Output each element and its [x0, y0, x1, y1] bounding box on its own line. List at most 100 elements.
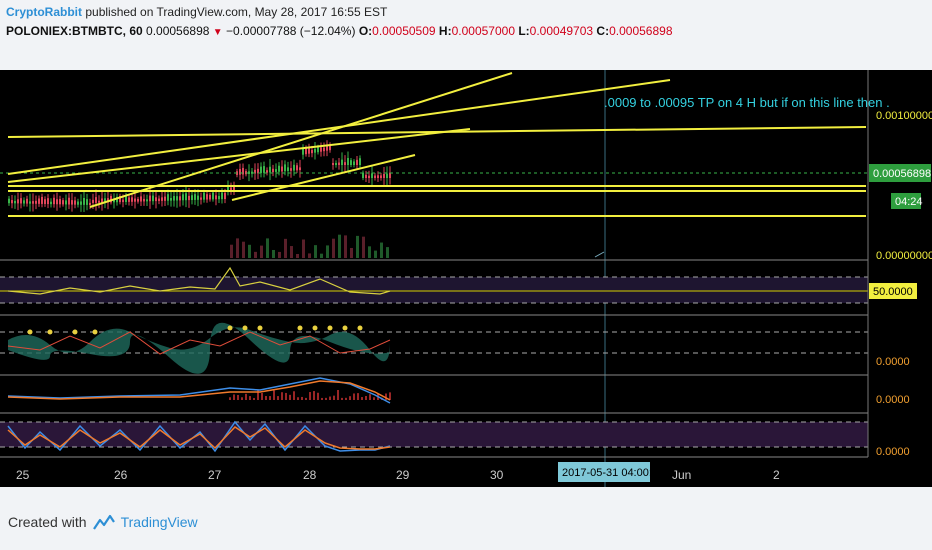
candle-body: [185, 193, 187, 201]
candle-body: [47, 198, 49, 205]
symbol-label: POLONIEX:BTMBTC, 60: [6, 24, 143, 38]
date-label: 2: [773, 468, 780, 482]
cursor-date: 2017-05-31 04:00:00: [562, 467, 664, 479]
candle-body: [191, 195, 193, 201]
open-value: 0.00050509: [372, 24, 436, 38]
osc1-dot: [92, 329, 98, 335]
stoch-value: 0.0000: [876, 446, 910, 458]
candle-body: [311, 149, 313, 154]
volume-bar: [254, 251, 257, 258]
tradingview-logo-icon[interactable]: [92, 514, 115, 530]
candle-body: [167, 194, 169, 201]
author-link[interactable]: CryptoRabbit: [6, 5, 82, 19]
candle-body: [218, 196, 220, 200]
candle-body: [17, 199, 19, 204]
candle-body: [293, 164, 295, 171]
candle-body: [233, 186, 235, 190]
candle-body: [221, 192, 223, 200]
candle-body: [50, 201, 52, 205]
candle-body: [35, 200, 37, 204]
volume-bar: [278, 251, 281, 258]
volume-bar: [362, 236, 365, 258]
candle-body: [77, 201, 79, 205]
low-label: L:: [518, 24, 530, 38]
candle-body: [161, 197, 163, 201]
candle-body: [272, 168, 274, 173]
close-label: C:: [596, 24, 610, 38]
high-value: 0.00057000: [451, 24, 515, 38]
volume-bar: [302, 239, 305, 258]
volume-bar: [236, 238, 239, 258]
candle-body: [350, 160, 352, 165]
candle-body: [281, 166, 283, 172]
volume-bar: [242, 241, 245, 258]
osc1-dot: [27, 329, 33, 335]
candle-body: [152, 195, 154, 202]
candle-body: [224, 192, 226, 200]
created-with-text: Created with: [8, 514, 87, 530]
volume-bar: [344, 235, 347, 258]
price-label-top: 0.00100000: [876, 110, 932, 122]
candle-body: [206, 194, 208, 200]
symbol-info-bar: POLONIEX:BTMBTC, 60 0.00056898 ▼ −0.0000…: [6, 24, 673, 38]
candle-body: [188, 195, 190, 201]
volume-bar: [320, 253, 323, 258]
candle-body: [239, 168, 241, 175]
price-change: −0.00007788 (−12.04%): [226, 24, 356, 38]
candle-body: [317, 147, 319, 153]
candle-body: [41, 196, 43, 204]
candle-body: [23, 200, 25, 204]
published-text: published on TradingView.com, May 28, 20…: [85, 5, 388, 19]
volume-bar: [380, 242, 383, 258]
volume-bar: [272, 249, 275, 258]
candle-body: [89, 202, 91, 205]
volume-bar: [326, 245, 329, 258]
candle-body: [323, 147, 325, 152]
volume-bar: [374, 250, 377, 258]
date-label: 29: [396, 468, 410, 482]
candle-body: [62, 200, 64, 205]
open-label: O:: [358, 24, 373, 38]
candle-body: [179, 196, 181, 201]
candle-body: [347, 158, 349, 165]
candle-body: [200, 197, 202, 200]
candle-body: [386, 173, 388, 178]
candle-body: [44, 199, 46, 204]
candle-body: [320, 147, 322, 152]
candle-body: [344, 162, 346, 165]
date-label: 27: [208, 468, 222, 482]
stochastic-pane[interactable]: [0, 420, 868, 453]
volume-bar: [332, 238, 335, 258]
chart-area[interactable]: .0009 to .00095 TP on 4 H but if on this…: [0, 70, 932, 487]
candle-body: [182, 194, 184, 201]
candle-body: [128, 197, 130, 202]
candle-body: [359, 158, 361, 165]
candle-body: [98, 200, 100, 203]
rsi-value: 50.0000: [873, 286, 913, 298]
candle-body: [368, 175, 370, 178]
candle-body: [20, 198, 22, 204]
candle-body: [53, 197, 55, 205]
volume-bar: [230, 244, 233, 258]
volume-bar: [308, 253, 311, 258]
volume-bar: [356, 235, 359, 258]
candle-body: [278, 165, 280, 172]
candle-body: [383, 173, 385, 178]
candle-body: [68, 197, 70, 205]
osc1-dot: [357, 325, 363, 331]
volume-bar: [248, 244, 251, 258]
down-arrow-icon: ▼: [212, 27, 223, 38]
candle-body: [332, 162, 334, 165]
candle-body: [14, 200, 16, 204]
volume-bar: [284, 238, 287, 258]
candle-body: [356, 159, 358, 165]
candle-body: [38, 198, 40, 204]
date-label: 25: [16, 468, 30, 482]
candle-body: [335, 162, 337, 165]
chart-annotation[interactable]: .0009 to .00095 TP on 4 H but if on this…: [604, 95, 890, 110]
tradingview-brand-link[interactable]: TradingView: [121, 514, 198, 530]
high-label: H:: [438, 24, 452, 38]
footer: Created with TradingView: [8, 514, 198, 530]
price-label-zero: 0.00000000: [876, 250, 932, 262]
candle-body: [149, 195, 151, 202]
